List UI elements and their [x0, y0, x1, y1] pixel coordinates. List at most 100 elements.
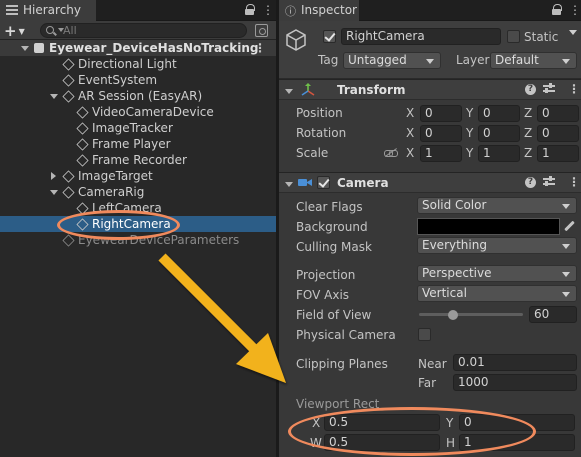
- far-field[interactable]: 1000: [453, 374, 577, 391]
- scale-z-field[interactable]: 1: [537, 145, 579, 162]
- fov-slider-track[interactable]: [419, 313, 523, 316]
- rotation-z-field[interactable]: 0: [537, 125, 579, 142]
- fov-slider-handle[interactable]: [448, 310, 459, 320]
- tree-item[interactable]: LeftCamera: [0, 200, 276, 216]
- tab-hierarchy[interactable]: Hierarchy: [0, 0, 96, 22]
- clear-flags-dropdown[interactable]: Solid Color: [417, 197, 577, 214]
- tree-item[interactable]: EyewearDeviceParameters: [0, 232, 276, 248]
- eyedropper-icon[interactable]: [563, 220, 575, 232]
- position-y-field[interactable]: 0: [478, 105, 520, 122]
- help-icon[interactable]: ?: [525, 177, 536, 188]
- fold-arrow-icon[interactable]: [49, 171, 59, 181]
- tree-item[interactable]: Frame Recorder: [0, 152, 276, 168]
- background-color-field[interactable]: [417, 218, 560, 235]
- viewport-h-label: H: [446, 436, 456, 450]
- tree-item[interactable]: CameraRig: [0, 184, 276, 200]
- axis-x-label: X: [406, 126, 415, 140]
- lock-icon[interactable]: [552, 4, 562, 15]
- camera-header[interactable]: Camera ? ⋮: [279, 172, 581, 193]
- tree-item[interactable]: ImageTracker: [0, 120, 276, 136]
- component-menu-button[interactable]: ⋮: [568, 175, 580, 189]
- axis-y-label: Y: [466, 146, 474, 160]
- viewport-x-field[interactable]: 0.5: [324, 414, 440, 431]
- unity-scene-icon: [33, 42, 45, 54]
- tag-label: Tag: [318, 53, 339, 67]
- tree-item[interactable]: ImageTarget: [0, 168, 276, 184]
- inspector-menu-button[interactable]: ⋮: [569, 3, 581, 17]
- search-dropdown-icon[interactable]: [58, 28, 64, 32]
- tree-item-label: RightCamera: [92, 217, 171, 231]
- scene-row[interactable]: Eyewear_DeviceHasNoTracking ⋮: [0, 40, 276, 56]
- gameobject-icon: [62, 234, 74, 246]
- position-x-field[interactable]: 0: [420, 105, 462, 122]
- scale-label: Scale: [296, 146, 329, 160]
- axis-z-label: Z: [524, 146, 533, 160]
- gameobject-icon: [62, 186, 74, 198]
- fold-arrow-icon[interactable]: [20, 43, 30, 53]
- axis-y-label: Y: [466, 106, 474, 120]
- rotation-y-field[interactable]: 0: [478, 125, 520, 142]
- scene-menu-button[interactable]: ⋮: [254, 41, 266, 55]
- culling-mask-dropdown[interactable]: Everything: [417, 237, 577, 254]
- gameobject-icon: [76, 218, 88, 230]
- tree-item-label: EyewearDeviceParameters: [78, 233, 240, 247]
- create-button[interactable]: + ▼: [4, 22, 25, 40]
- search-placeholder: All: [63, 24, 77, 37]
- tree-item[interactable]: EventSystem: [0, 72, 276, 88]
- tree-item-label: VideoCameraDevice: [92, 105, 214, 119]
- axis-z-label: Z: [524, 106, 533, 120]
- fold-arrow-icon[interactable]: [49, 91, 59, 101]
- axis-x-label: X: [406, 106, 415, 120]
- hierarchy-menu-button[interactable]: ⋮: [262, 3, 274, 17]
- viewport-w-field[interactable]: 0.5: [324, 434, 440, 451]
- object-name-field[interactable]: RightCamera: [341, 28, 501, 45]
- fov-field[interactable]: 60: [529, 306, 577, 323]
- viewport-y-field[interactable]: 0: [459, 414, 575, 431]
- tag-dropdown[interactable]: Untagged: [343, 52, 441, 69]
- gameobject-cube-icon: [286, 29, 306, 51]
- tree-item-label: ImageTarget: [78, 169, 153, 183]
- tree-item-label: AR Session (EasyAR): [78, 89, 203, 103]
- lock-icon[interactable]: [245, 4, 255, 15]
- search-input[interactable]: All: [40, 23, 247, 38]
- rotation-x-field[interactable]: 0: [420, 125, 462, 142]
- fov-axis-dropdown[interactable]: Vertical: [417, 285, 577, 302]
- search-icon[interactable]: [46, 26, 54, 34]
- tab-inspector[interactable]: ⓘ Inspector: [279, 0, 359, 22]
- fold-arrow-icon[interactable]: [284, 179, 294, 189]
- tree-item-label: ImageTracker: [92, 121, 173, 135]
- near-field[interactable]: 0.01: [453, 354, 577, 371]
- constrain-proportions-icon[interactable]: [384, 148, 398, 158]
- help-icon[interactable]: ?: [525, 84, 536, 95]
- gameobject-icon: [76, 138, 88, 150]
- layer-dropdown[interactable]: Default: [490, 52, 577, 69]
- scene-name: Eyewear_DeviceHasNoTracking: [49, 41, 259, 55]
- tree-item[interactable]: Directional Light: [0, 56, 276, 72]
- rotation-label: Rotation: [296, 126, 347, 140]
- tree-item[interactable]: VideoCameraDevice: [0, 104, 276, 120]
- scale-x-field[interactable]: 1: [420, 145, 462, 162]
- viewport-h-field[interactable]: 1: [459, 434, 575, 451]
- tree-item-label: LeftCamera: [92, 201, 162, 215]
- fold-arrow-icon[interactable]: [49, 187, 59, 197]
- projection-dropdown[interactable]: Perspective: [417, 265, 577, 282]
- tree-item[interactable]: Frame Player: [0, 136, 276, 152]
- static-checkbox[interactable]: [507, 30, 520, 43]
- camera-enabled-checkbox[interactable]: [317, 176, 330, 189]
- far-label: Far: [418, 376, 437, 390]
- component-menu-button[interactable]: ⋮: [568, 82, 580, 96]
- presets-icon[interactable]: [543, 176, 555, 188]
- active-checkbox[interactable]: [323, 30, 336, 43]
- tree-item[interactable]: AR Session (EasyAR): [0, 88, 276, 104]
- axis-z-label: Z: [524, 126, 533, 140]
- transform-header[interactable]: Transform ? ⋮: [279, 79, 581, 100]
- fold-arrow-icon[interactable]: [284, 86, 294, 96]
- tree-item-selected[interactable]: RightCamera: [0, 216, 276, 232]
- presets-icon[interactable]: [543, 83, 555, 95]
- static-dropdown-icon[interactable]: [569, 30, 577, 35]
- viewport-rect-label: Viewport Rect: [296, 397, 380, 411]
- physical-camera-checkbox[interactable]: [418, 328, 431, 341]
- scale-y-field[interactable]: 1: [478, 145, 520, 162]
- position-z-field[interactable]: 0: [537, 105, 579, 122]
- scene-visibility-icon[interactable]: [255, 24, 268, 37]
